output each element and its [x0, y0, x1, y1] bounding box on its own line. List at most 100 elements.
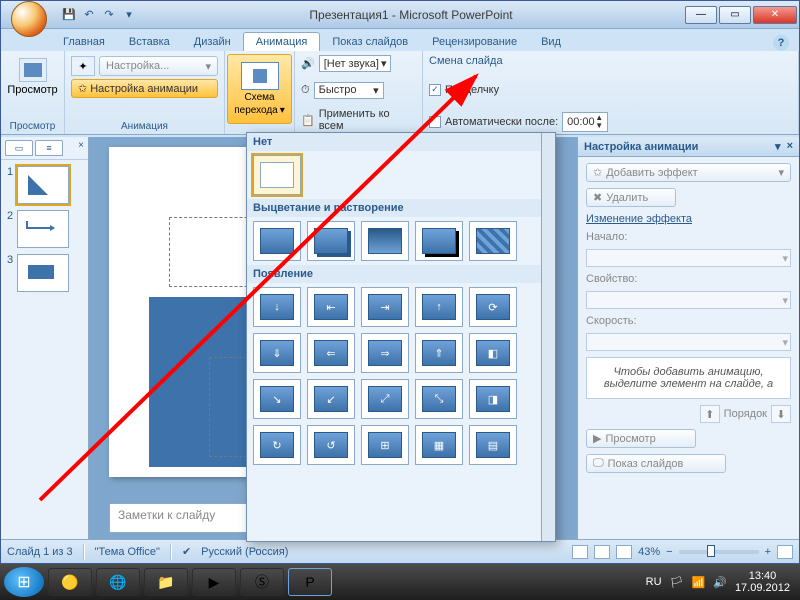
sorter-view-button[interactable] [594, 545, 610, 559]
zoom-slider[interactable] [679, 550, 759, 554]
slide-thumb-2[interactable]: 2 [7, 210, 82, 248]
speed-combo[interactable]: ▾ [586, 333, 791, 351]
transition-none[interactable] [253, 155, 301, 195]
taskbar-ie[interactable]: 🌐 [96, 568, 140, 596]
speed-label: Скорость: [586, 315, 791, 327]
transition-sound-combo[interactable]: [Нет звука]▾ [319, 55, 392, 72]
help-icon[interactable]: ? [773, 35, 789, 51]
minimize-button[interactable]: — [685, 6, 717, 24]
gallery-scrollbar[interactable] [541, 133, 555, 541]
zoom-percent[interactable]: 43% [638, 546, 660, 558]
transition-item[interactable]: ⇐ [307, 333, 355, 373]
anim-slideshow-button[interactable]: 🖵Показ слайдов [586, 454, 726, 473]
transition-item[interactable] [469, 221, 517, 261]
transition-item[interactable]: ⇤ [307, 287, 355, 327]
transition-scheme-button[interactable]: Схема перехода▾ [227, 54, 292, 124]
slideshow-view-button[interactable] [616, 545, 632, 559]
zoom-in-button[interactable]: + [765, 546, 771, 558]
transition-item[interactable]: ⇓ [253, 333, 301, 373]
auto-after-time[interactable]: 00:00▲▼ [562, 112, 608, 132]
custom-animation-button[interactable]: ✩ Настройка анимации [71, 79, 218, 98]
transition-item[interactable]: ⤡ [415, 379, 463, 419]
tab-view[interactable]: Вид [529, 33, 573, 51]
tab-animation[interactable]: Анимация [243, 32, 321, 51]
anim-pane-title: Настройка анимации [584, 141, 698, 153]
spellcheck-icon[interactable]: ✔ [182, 545, 191, 558]
tray-volume-icon[interactable]: 🔊 [713, 576, 727, 589]
anim-preview-button[interactable]: ▶Просмотр [586, 429, 696, 448]
transition-item[interactable]: ↙ [307, 379, 355, 419]
add-effect-icon: ✩ [593, 166, 602, 179]
transition-speed-combo[interactable]: Быстро▾ [314, 82, 384, 99]
tab-insert[interactable]: Вставка [117, 33, 182, 51]
tray-flag-icon[interactable]: 🏳 [670, 576, 684, 589]
start-label: Начало: [586, 231, 791, 243]
tab-home[interactable]: Главная [51, 33, 117, 51]
fit-to-window-button[interactable] [777, 545, 793, 559]
tab-slideshow[interactable]: Показ слайдов [320, 33, 420, 51]
order-up-button[interactable]: ⬆ [700, 405, 720, 423]
preview-button[interactable]: Просмотр [0, 53, 64, 101]
group-label-preview: Просмотр [10, 121, 56, 132]
add-effect-button[interactable]: ✩Добавить эффект▾ [586, 163, 791, 182]
taskbar-skype[interactable]: Ⓢ [240, 568, 284, 596]
zoom-out-button[interactable]: − [666, 546, 672, 558]
apply-all-icon: 📋 [301, 114, 315, 127]
transition-item[interactable]: ↘ [253, 379, 301, 419]
taskbar-explorer[interactable]: 📁 [144, 568, 188, 596]
taskbar-media[interactable]: ▶ [192, 568, 236, 596]
redo-icon[interactable]: ↷ [101, 7, 117, 23]
transition-item[interactable]: ◨ [469, 379, 517, 419]
taskbar-powerpoint[interactable]: P [288, 568, 332, 596]
transition-item[interactable] [415, 221, 463, 261]
property-combo[interactable]: ▾ [586, 291, 791, 309]
tray-lang[interactable]: RU [646, 576, 662, 588]
transition-item[interactable]: ⇑ [415, 333, 463, 373]
transition-item[interactable]: ↑ [415, 287, 463, 327]
close-panel-icon[interactable]: × [78, 140, 84, 156]
transition-item[interactable]: ⊞ [361, 425, 409, 465]
slide-thumb-3[interactable]: 3 [7, 254, 82, 292]
transition-item[interactable]: ⟳ [469, 287, 517, 327]
transition-item[interactable] [253, 221, 301, 261]
tray-network-icon[interactable]: 📶 [692, 576, 706, 589]
tab-design[interactable]: Дизайн [182, 33, 243, 51]
transition-item[interactable]: ▦ [415, 425, 463, 465]
animate-dropdown[interactable]: Настройка...▾ [99, 56, 218, 76]
apply-to-all-button[interactable]: 📋Применить ко всем [301, 108, 416, 132]
anim-pane-close-icon[interactable]: × [787, 140, 793, 153]
anim-pane-dropdown-icon[interactable]: ▾ [775, 140, 781, 153]
tab-review[interactable]: Рецензирование [420, 33, 529, 51]
transition-item[interactable]: ◧ [469, 333, 517, 373]
slides-tab[interactable]: ▭ [5, 140, 33, 156]
start-button[interactable]: ⊞ [4, 567, 44, 597]
transition-item[interactable] [361, 221, 409, 261]
transition-item[interactable]: ↓ [253, 287, 301, 327]
transition-item[interactable] [307, 221, 355, 261]
taskbar-chrome[interactable]: 🟡 [48, 568, 92, 596]
chevron-down-icon: ▾ [280, 105, 285, 116]
remove-effect-button[interactable]: ✖Удалить [586, 188, 676, 207]
start-combo[interactable]: ▾ [586, 249, 791, 267]
close-button[interactable]: ✕ [753, 6, 797, 24]
save-icon[interactable]: 💾 [61, 7, 77, 23]
transition-item[interactable]: ⤢ [361, 379, 409, 419]
transition-item[interactable]: ↺ [307, 425, 355, 465]
qat-dropdown-icon[interactable]: ▾ [121, 7, 137, 23]
language-status[interactable]: Русский (Россия) [201, 546, 288, 558]
transition-item[interactable]: ▤ [469, 425, 517, 465]
animate-icon[interactable]: ✦ [71, 56, 95, 76]
transition-item[interactable]: ↻ [253, 425, 301, 465]
maximize-button[interactable]: ▭ [719, 6, 751, 24]
on-click-checkbox[interactable]: ✓ [429, 84, 441, 96]
tray-clock[interactable]: 13:4017.09.2012 [735, 570, 790, 594]
transition-item[interactable]: ⇒ [361, 333, 409, 373]
undo-icon[interactable]: ↶ [81, 7, 97, 23]
office-button[interactable] [11, 1, 47, 37]
slide-thumb-1[interactable]: 1 [7, 166, 82, 204]
order-down-button[interactable]: ⬇ [771, 405, 791, 423]
auto-after-checkbox[interactable] [429, 116, 441, 128]
normal-view-button[interactable] [572, 545, 588, 559]
transition-item[interactable]: ⇥ [361, 287, 409, 327]
outline-tab[interactable]: ≡ [35, 140, 63, 156]
